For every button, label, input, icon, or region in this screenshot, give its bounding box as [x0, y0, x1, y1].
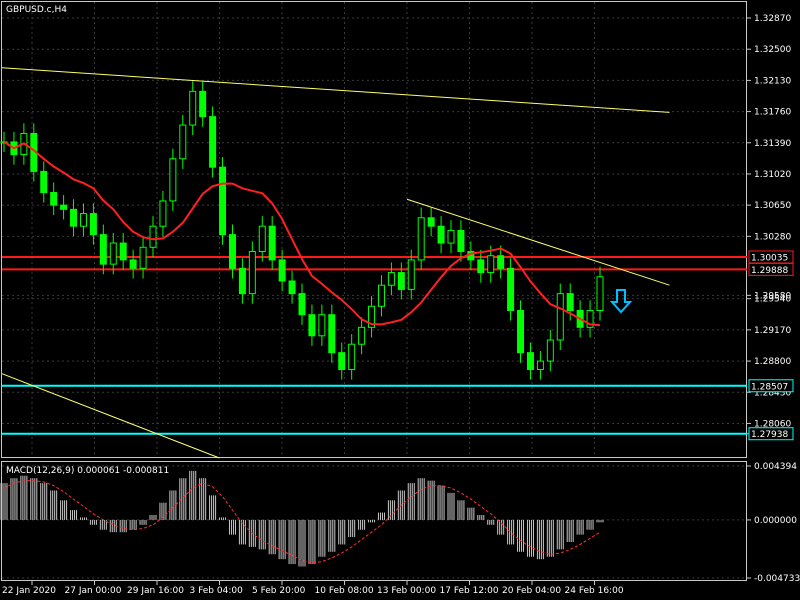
time-tick-label: 22 Jan 2020	[2, 586, 56, 596]
chart-title: GBPUSD.c,H4	[6, 5, 67, 15]
price-tick-label: 1.32500	[754, 45, 791, 55]
price-tick-label: 1.31760	[754, 108, 791, 118]
candle-body	[129, 259, 137, 269]
time-tick-label: 27 Jan 00:00	[65, 586, 122, 596]
time-tick-label: 3 Feb 04:00	[190, 586, 244, 596]
candle-body	[199, 90, 207, 118]
price-tick-label: 1.31020	[754, 170, 791, 180]
price-tick-label: 1.28800	[754, 357, 791, 367]
macd-label: MACD(12,26,9) 0.000061 -0.000811	[6, 466, 169, 476]
time-tick-label: 10 Feb 08:00	[315, 586, 374, 596]
time-tick-label: 24 Feb 16:00	[565, 586, 624, 596]
candle-body	[417, 217, 425, 261]
candle-body	[517, 309, 525, 354]
candle-body	[397, 272, 405, 290]
candle-body	[209, 116, 217, 168]
candle-body	[328, 314, 336, 354]
macd-tick-label: 0.004394	[754, 462, 797, 472]
candle-body	[40, 170, 48, 193]
candle-body	[159, 200, 167, 227]
level-label: 1.30035	[751, 253, 788, 263]
candle-body	[348, 343, 356, 370]
macd-tick-label: -0.004733	[754, 574, 800, 584]
price-tick-label: 1.30280	[754, 232, 791, 242]
candle-body	[119, 242, 127, 261]
candle-body	[457, 229, 465, 252]
candle-body	[497, 255, 505, 269]
candle-body	[358, 326, 366, 345]
candle-body	[437, 225, 445, 244]
price-tick-label: 1.31390	[754, 139, 791, 149]
candle-body	[89, 213, 97, 236]
candle-body	[228, 234, 236, 269]
candle-body	[50, 191, 58, 206]
candle-body	[318, 314, 326, 337]
time-tick-label: 5 Feb 20:00	[252, 586, 306, 596]
candle-body	[477, 259, 485, 274]
candle-body	[248, 250, 256, 295]
candle-body	[70, 208, 78, 227]
candle-body	[169, 158, 177, 202]
candle-body	[566, 293, 574, 311]
level-label: 1.27938	[751, 430, 788, 440]
candle-body	[377, 284, 385, 307]
time-tick-label: 29 Jan 16:00	[127, 586, 184, 596]
candle-body	[268, 225, 276, 261]
candle-body	[189, 90, 197, 126]
candle-body	[219, 166, 227, 236]
price-tick-label: 1.30650	[754, 201, 791, 211]
time-tick-label: 13 Feb 00:00	[377, 586, 436, 596]
candle-body	[536, 360, 544, 370]
price-tick-label: 1.32130	[754, 76, 791, 86]
candle-body	[278, 259, 286, 282]
candle-body	[447, 229, 455, 244]
price-tick-label: 1.29170	[754, 326, 791, 336]
candle-body	[338, 352, 346, 370]
candle-body	[288, 280, 296, 295]
candle-body	[308, 314, 316, 337]
candle-body	[60, 204, 68, 210]
candle-body	[427, 217, 435, 227]
price-tick-label: 1.29540	[754, 295, 791, 305]
candle-body	[487, 255, 495, 274]
candle-body	[596, 276, 604, 311]
candle-body	[99, 234, 107, 265]
candle-body	[238, 267, 246, 295]
candle-body	[556, 293, 564, 341]
candle-body	[387, 272, 395, 286]
candle-body	[258, 225, 266, 252]
time-tick-label: 17 Feb 12:00	[440, 586, 499, 596]
candle-body	[546, 339, 554, 362]
candle-body	[139, 246, 147, 269]
price-tick-label: 1.32870	[754, 14, 791, 24]
candle-body	[79, 213, 87, 227]
candle-body	[149, 225, 157, 248]
candle-body	[179, 124, 187, 160]
time-tick-label: 20 Feb 04:00	[502, 586, 561, 596]
macd-tick-label: 0.000000	[754, 516, 797, 526]
candle-body	[526, 352, 534, 370]
level-label: 1.28507	[751, 382, 788, 392]
level-label: 1.29888	[751, 266, 788, 276]
candle-body	[507, 267, 515, 311]
candle-body	[109, 242, 117, 265]
candle-body	[298, 293, 306, 316]
candle-body	[407, 259, 415, 290]
trading-chart[interactable]: GBPUSD.c,H4 1.32870 1.32500 1.32130 1.31760…	[0, 0, 800, 600]
